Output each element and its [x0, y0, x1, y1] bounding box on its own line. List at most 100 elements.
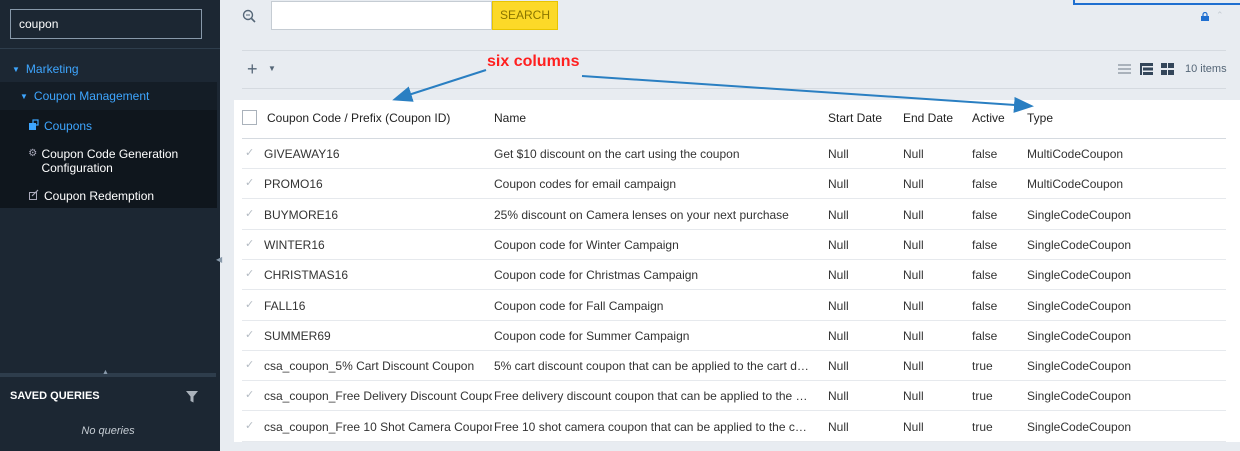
cell-end-date: Null	[903, 237, 924, 252]
cell-code: csa_coupon_Free Delivery Discount Coupon	[264, 389, 492, 404]
gear-icon: ⚙	[28, 148, 38, 159]
sidebar-search-box	[10, 9, 202, 39]
sidebar-item-coupon-code-generation[interactable]: ⚙ Coupon Code Generation Configuration	[28, 147, 208, 175]
resize-arrow-icon: ▲	[102, 369, 109, 376]
grid-view-icon[interactable]	[1161, 63, 1174, 75]
cell-name: 5% cart discount coupon that can be appl…	[494, 359, 812, 374]
cell-name: Free delivery discount coupon that can b…	[494, 389, 812, 404]
column-header-type[interactable]: Type	[1027, 111, 1053, 125]
sidebar-item-label: Coupon Code Generation Configuration	[41, 147, 179, 175]
lock-icon[interactable]	[1201, 12, 1209, 21]
cell-type: SingleCodeCoupon	[1027, 237, 1132, 252]
highlight-frame	[1073, 0, 1240, 5]
column-header-code[interactable]: Coupon Code / Prefix (Coupon ID)	[267, 111, 450, 125]
filter-icon[interactable]	[185, 390, 199, 404]
main-search-input[interactable]	[271, 1, 492, 30]
cell-code: PROMO16	[264, 177, 323, 192]
add-button[interactable]: +	[247, 59, 258, 79]
tree-view-icon[interactable]	[1140, 63, 1153, 75]
chevron-up-icon[interactable]: ⌃	[1216, 10, 1224, 21]
table-row[interactable]: ✓ GIVEAWAY16 Get $10 discount on the cart …	[242, 139, 1226, 169]
tree-node-label: Coupon Management	[33, 89, 150, 103]
tree-node-coupon-management[interactable]: ▼ Coupon Management	[0, 82, 217, 110]
cell-code: BUYMORE16	[264, 207, 339, 222]
cell-type: SingleCodeCoupon	[1027, 328, 1132, 343]
cell-active: false	[972, 177, 998, 192]
tree-node-label: Marketing	[25, 62, 79, 76]
row-check-icon[interactable]: ✓	[245, 298, 254, 311]
cell-start-date: Null	[828, 298, 849, 313]
row-check-icon[interactable]: ✓	[245, 388, 254, 401]
item-count: 10 items	[1185, 63, 1227, 75]
cell-start-date: Null	[828, 237, 849, 252]
cell-start-date: Null	[828, 268, 849, 283]
select-all-checkbox[interactable]	[242, 110, 257, 125]
row-check-icon[interactable]: ✓	[245, 207, 254, 220]
column-header-end-date[interactable]: End Date	[903, 111, 953, 125]
cell-code: SUMMER69	[264, 328, 331, 343]
toolbar-divider-bottom	[242, 88, 1226, 89]
row-check-icon[interactable]: ✓	[245, 146, 254, 159]
sidebar-item-label: Coupon Redemption	[44, 189, 155, 203]
cell-code: GIVEAWAY16	[264, 147, 340, 161]
cell-type: MultiCodeCoupon	[1027, 147, 1124, 161]
cell-name: Coupon code for Christmas Campaign	[494, 268, 699, 283]
sidebar-collapse-handle[interactable]: ◀	[216, 255, 222, 267]
search-options-icon[interactable]	[241, 8, 257, 24]
cell-end-date: Null	[903, 359, 924, 374]
cell-type: SingleCodeCoupon	[1027, 359, 1132, 374]
table-row[interactable]: ✓ SUMMER69 Coupon code for Summer Campaign…	[242, 321, 1226, 351]
cell-active: true	[972, 389, 993, 404]
cell-end-date: Null	[903, 419, 924, 434]
column-header-active[interactable]: Active	[972, 111, 1005, 125]
search-button[interactable]: SEARCH	[492, 1, 558, 30]
table-row[interactable]: ✓ BUYMORE16 25% discount on Camera lenses …	[242, 200, 1226, 230]
column-header-start-date[interactable]: Start Date	[828, 111, 882, 125]
cell-code: FALL16	[264, 298, 306, 313]
row-check-icon[interactable]: ✓	[245, 419, 254, 432]
toolbar-divider-top	[242, 50, 1226, 51]
cell-code: csa_coupon_Free 10 Shot Camera Coupon	[264, 419, 492, 434]
row-check-icon[interactable]: ✓	[245, 328, 254, 341]
table-row[interactable]: ✓ csa_coupon_Free Delivery Discount Coupo…	[242, 381, 1226, 412]
cell-active: false	[972, 207, 998, 222]
cell-start-date: Null	[828, 207, 849, 222]
cell-name: Coupon code for Summer Campaign	[494, 328, 690, 343]
tree-node-marketing[interactable]: ▼ Marketing	[12, 60, 79, 78]
cell-start-date: Null	[828, 389, 849, 404]
row-check-icon[interactable]: ✓	[245, 176, 254, 189]
table-row[interactable]: ✓ FALL16 Coupon code for Fall Campaign Null…	[242, 291, 1226, 321]
sidebar-search-input[interactable]	[11, 10, 201, 38]
table-row[interactable]: ✓ PROMO16 Coupon codes for email campaign N…	[242, 169, 1226, 200]
cell-type: SingleCodeCoupon	[1027, 298, 1132, 313]
cell-type: SingleCodeCoupon	[1027, 268, 1132, 283]
caret-down-icon: ▼	[12, 64, 20, 74]
sidebar-item-coupon-redemption[interactable]: Coupon Redemption	[28, 189, 154, 205]
caret-down-icon: ▼	[20, 91, 28, 101]
row-check-icon[interactable]: ✓	[245, 267, 254, 280]
cell-start-date: Null	[828, 328, 849, 343]
chevron-down-icon[interactable]: ▼	[268, 64, 276, 73]
cell-active: false	[972, 147, 998, 161]
cell-end-date: Null	[903, 389, 924, 404]
sidebar-item-coupons[interactable]: Coupons	[28, 119, 92, 135]
cell-name: Coupon code for Winter Campaign	[494, 237, 679, 252]
cell-type: SingleCodeCoupon	[1027, 207, 1132, 222]
table-row[interactable]: ✓ WINTER16 Coupon code for Winter Campaign…	[242, 230, 1226, 260]
row-check-icon[interactable]: ✓	[245, 237, 254, 250]
table-row[interactable]: ✓ CHRISTMAS16 Coupon code for Christmas Ca…	[242, 260, 1226, 291]
list-view-icon[interactable]	[1118, 63, 1131, 75]
cell-end-date: Null	[903, 298, 924, 313]
cell-end-date: Null	[903, 147, 924, 161]
table-row[interactable]: ✓ csa_coupon_Free 10 Shot Camera Coupon Fr…	[242, 412, 1226, 442]
annotation-text: six columns	[487, 53, 580, 70]
row-check-icon[interactable]: ✓	[245, 358, 254, 371]
table-row[interactable]: ✓ csa_coupon_5% Cart Discount Coupon 5% ca…	[242, 351, 1226, 382]
column-header-name[interactable]: Name	[494, 111, 526, 125]
cell-start-date: Null	[828, 359, 849, 374]
cell-type: SingleCodeCoupon	[1027, 389, 1132, 404]
arrow-to-first-column	[392, 69, 487, 102]
cell-start-date: Null	[828, 147, 849, 161]
cell-start-date: Null	[828, 177, 849, 192]
cell-code: csa_coupon_5% Cart Discount Coupon	[264, 359, 475, 374]
